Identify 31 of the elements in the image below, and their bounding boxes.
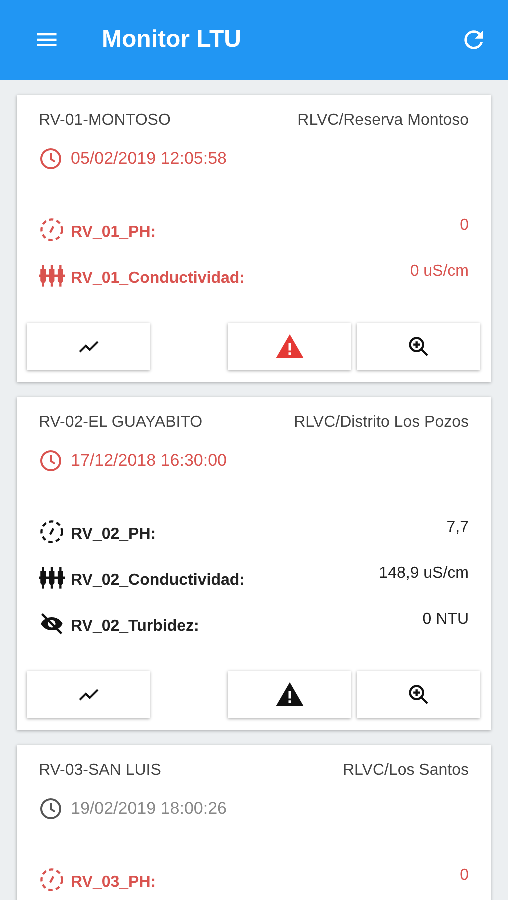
sensor-value: 7,7	[446, 519, 469, 537]
sensor-label: RV_02_PH:	[71, 526, 158, 544]
sensor-label: RV_03_PH:	[71, 874, 158, 892]
sensor-value: 0	[460, 867, 469, 885]
gauge-icon	[39, 867, 65, 893]
zoom-in-button[interactable]	[357, 671, 480, 718]
station-location: RLVC/Reserva Montoso	[298, 112, 469, 130]
gauge-icon	[39, 519, 65, 545]
station-location: RLVC/Los Santos	[343, 762, 469, 780]
sensor-label: RV_01_PH:	[71, 224, 158, 242]
sensor-value: 148,9 uS/cm	[379, 565, 469, 583]
sensor-label: RV_02_Conductividad:	[71, 572, 246, 590]
station-name: RV-02-EL GUAYABITO	[39, 414, 203, 432]
probes-icon	[39, 263, 65, 289]
gauge-icon	[39, 217, 65, 243]
timestamp: 05/02/2019 12:05:58	[71, 149, 227, 169]
eye-off-icon	[39, 611, 65, 637]
probes-icon	[39, 565, 65, 591]
zoom-in-button[interactable]	[357, 323, 480, 370]
timestamp: 17/12/2018 16:30:00	[71, 451, 227, 471]
alert-button[interactable]	[228, 671, 351, 718]
timestamp: 19/02/2019 18:00:26	[71, 799, 227, 819]
station-name: RV-03-SAN LUIS	[39, 762, 162, 780]
sensor-value: 0 NTU	[422, 611, 469, 629]
sensor-label: RV_01_Conductividad:	[71, 270, 246, 288]
sensor-value: 0 uS/cm	[410, 263, 469, 281]
sensor-label: RV_02_Turbidez:	[71, 618, 200, 636]
sensor-value: 0	[460, 217, 469, 235]
app-title: Monitor LTU	[102, 26, 243, 54]
station-name: RV-01-MONTOSO	[39, 112, 171, 130]
station-location: RLVC/Distrito Los Pozos	[294, 414, 469, 432]
